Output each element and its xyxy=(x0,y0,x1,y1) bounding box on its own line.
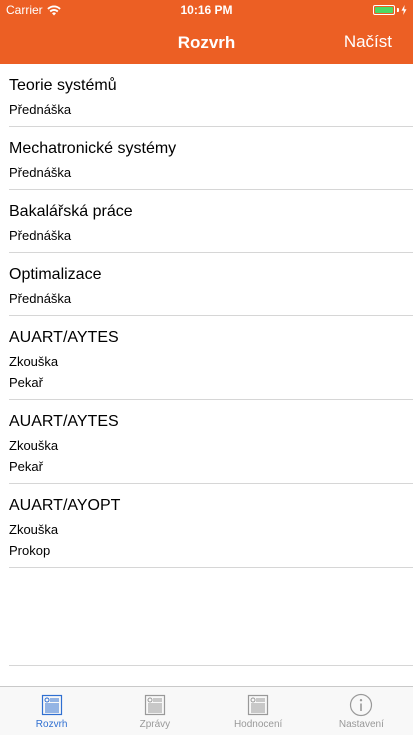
list-item-spacer xyxy=(9,477,404,483)
tab-label: Rozvrh xyxy=(35,719,68,730)
list-item-title: Teorie systémů xyxy=(9,77,117,94)
list-item-title: AUART/AYOPT xyxy=(9,497,121,514)
list-document-icon xyxy=(41,694,62,716)
list-item-title: Mechatronické systémy xyxy=(9,140,177,157)
list-item-spacer xyxy=(9,246,404,252)
tab-zpravy[interactable]: Zprávy xyxy=(103,687,206,735)
list-item-type: Zkouška xyxy=(9,522,59,537)
navigation-header: Carrier 10:16 PM Rozvrh Načíst xyxy=(0,0,413,64)
list-item-title: AUART/AYTES xyxy=(9,329,119,346)
battery-icon xyxy=(373,5,395,15)
list-item-spacer xyxy=(9,561,404,567)
list-item-type: Přednáška xyxy=(9,291,72,306)
list-item[interactable]: AUART/AYTES Zkouška Pekař xyxy=(9,316,413,400)
list-separator xyxy=(9,665,413,666)
tab-nastaveni[interactable]: Nastavení xyxy=(310,687,413,735)
list-item[interactable]: AUART/AYTES Zkouška Pekař xyxy=(9,400,413,484)
battery-tip xyxy=(397,8,399,12)
list-item-person: Pekař xyxy=(9,375,43,390)
list-item-spacer xyxy=(9,183,404,189)
list-document-icon xyxy=(248,694,269,716)
status-bar: Carrier 10:16 PM xyxy=(0,0,413,20)
tab-hodnoceni[interactable]: Hodnocení xyxy=(207,687,310,735)
list-item[interactable]: Teorie systémů Přednáška xyxy=(9,64,413,127)
list-document-icon xyxy=(144,694,165,716)
status-time: 10:16 PM xyxy=(180,3,233,17)
list-item-person: Prokop xyxy=(9,543,51,558)
list-item-spacer xyxy=(9,393,404,399)
list-item-spacer xyxy=(9,120,404,126)
list-item-type: Zkouška xyxy=(9,438,59,453)
tab-label: Zprávy xyxy=(139,719,171,730)
battery-fill xyxy=(375,7,393,13)
tab-label: Nastavení xyxy=(338,719,384,730)
list-item[interactable]: Bakalářská práce Přednáška xyxy=(9,190,413,253)
schedule-list: Teorie systémů Přednáška Mechatronické sys… xyxy=(0,64,413,568)
list-item-type: Přednáška xyxy=(9,102,72,117)
battery-indicator xyxy=(373,5,407,15)
list-item-title: Optimalizace xyxy=(9,266,102,283)
list-item-type: Zkouška xyxy=(9,354,59,369)
load-button[interactable]: Načíst xyxy=(344,32,392,52)
tab-rozvrh[interactable]: Rozvrh xyxy=(0,687,103,735)
list-item-person: Pekař xyxy=(9,459,43,474)
list-item-title: AUART/AYTES xyxy=(9,413,119,430)
list-item-title: Bakalářská práce xyxy=(9,203,133,220)
list-item[interactable]: Optimalizace Přednáška xyxy=(9,253,413,316)
info-icon xyxy=(350,693,373,717)
list-item[interactable]: AUART/AYOPT Zkouška Prokop xyxy=(9,484,413,568)
tab-label: Hodnocení xyxy=(233,719,283,730)
list-item-type: Přednáška xyxy=(9,165,72,180)
list-item[interactable]: Mechatronické systémy Přednáška xyxy=(9,127,413,190)
list-item-type: Přednáška xyxy=(9,228,72,243)
tab-bar: Rozvrh Zprávy Hodnocení Nastavení xyxy=(0,686,413,735)
list-item-spacer xyxy=(9,309,404,315)
charging-bolt-icon xyxy=(401,5,407,15)
